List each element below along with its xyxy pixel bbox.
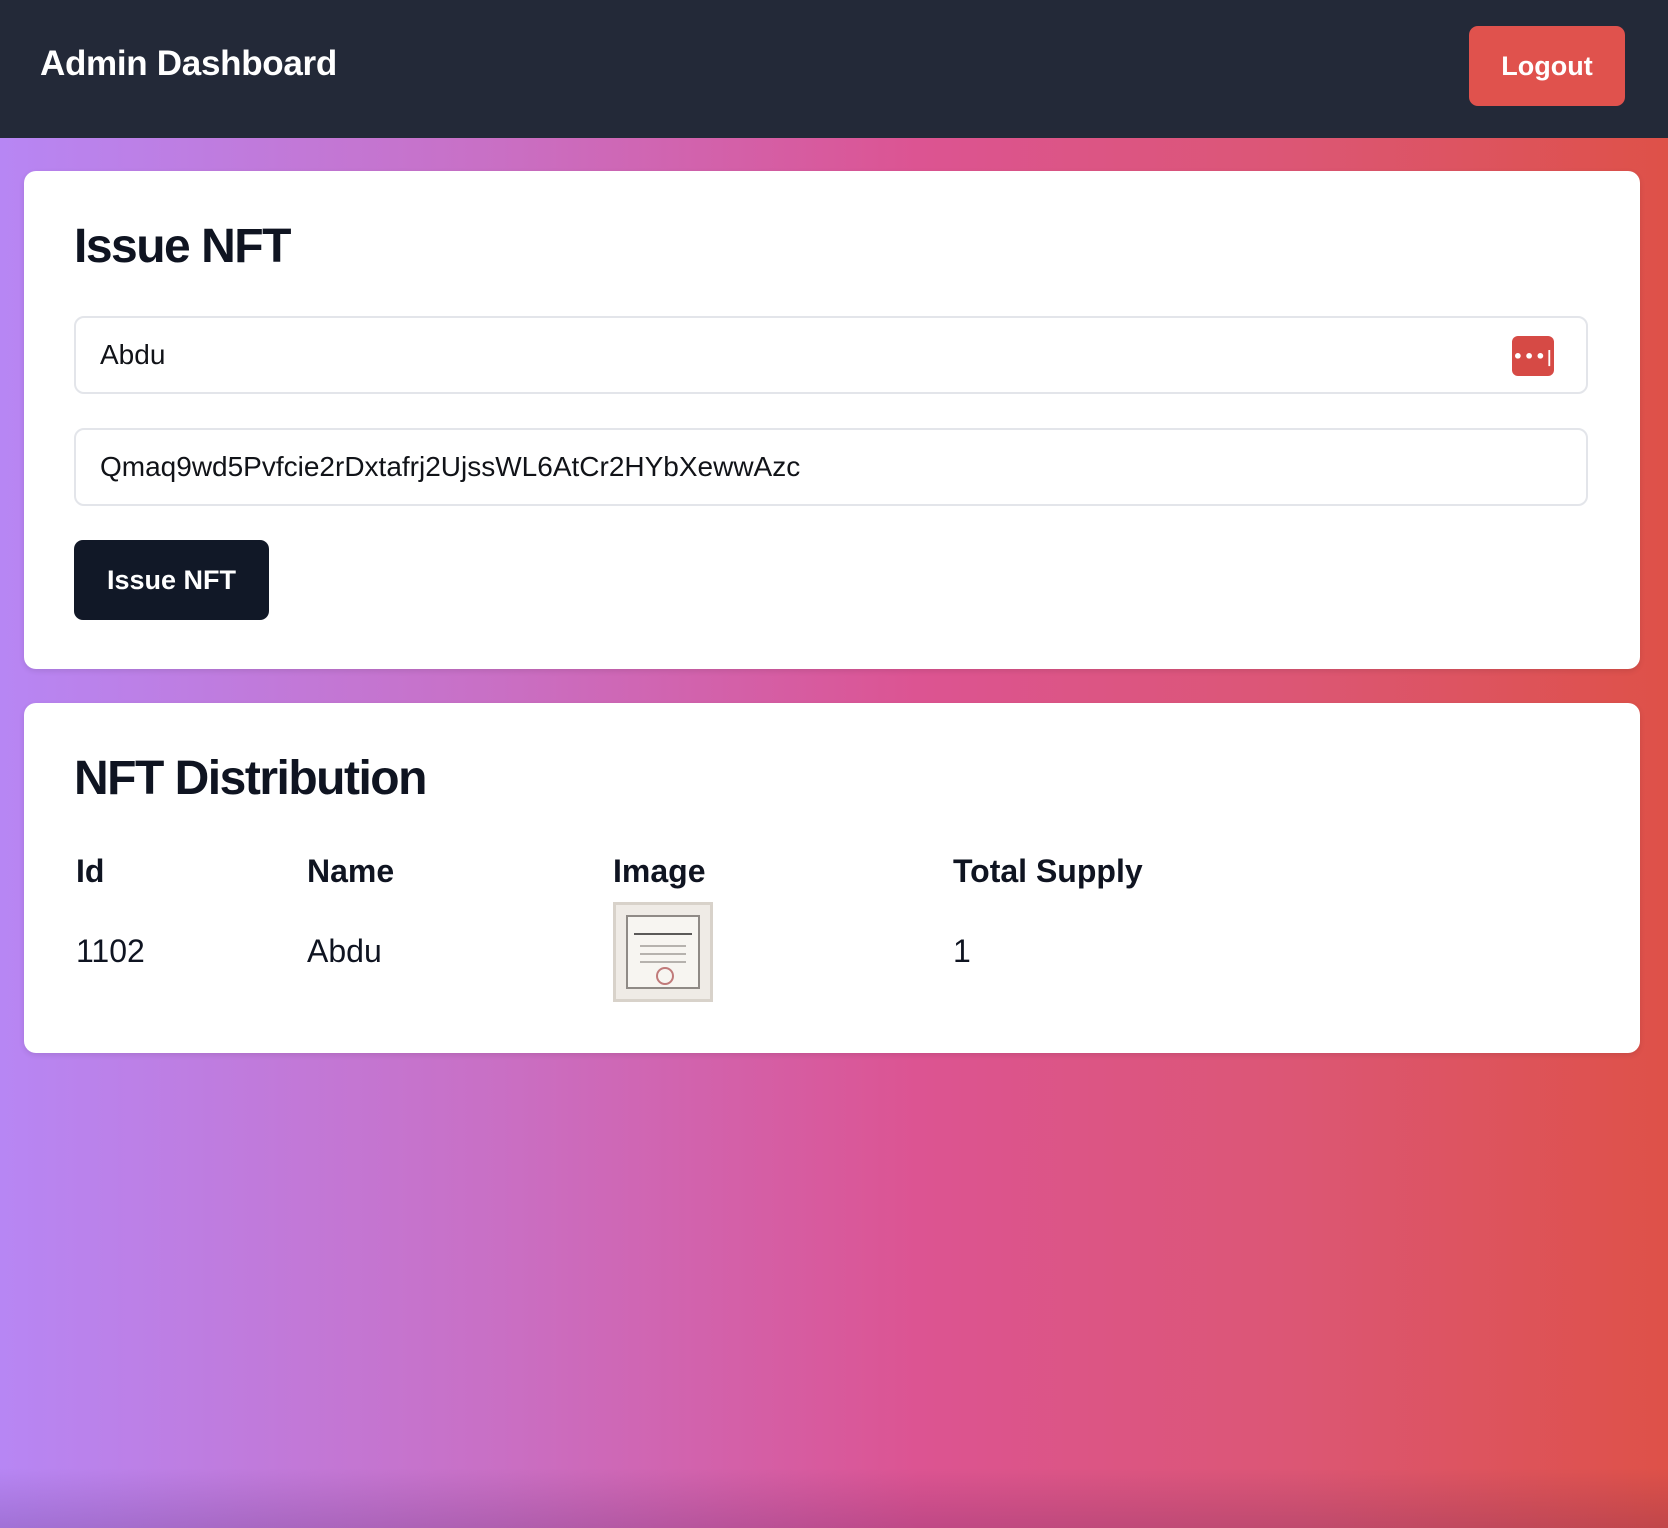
bottom-fade bbox=[0, 1468, 1668, 1528]
issue-nft-card: Issue NFT •••| Issue NFT bbox=[24, 171, 1640, 669]
ipfs-hash-input[interactable] bbox=[100, 430, 1500, 504]
column-header-total-supply: Total Supply bbox=[953, 853, 1143, 889]
app-title: Admin Dashboard bbox=[40, 44, 337, 83]
table-cell-name: Abdu bbox=[307, 933, 382, 969]
issue-nft-button[interactable]: Issue NFT bbox=[74, 540, 269, 620]
nft-name-input[interactable] bbox=[100, 318, 1500, 392]
column-header-image: Image bbox=[613, 853, 706, 889]
logout-button[interactable]: Logout bbox=[1469, 26, 1625, 106]
column-header-id: Id bbox=[76, 853, 105, 889]
ipfs-hash-field[interactable] bbox=[74, 428, 1588, 506]
top-navbar: Admin Dashboard Logout bbox=[0, 0, 1668, 138]
nft-distribution-card: NFT Distribution Id Name Image Total Sup… bbox=[24, 703, 1640, 1053]
issue-nft-title: Issue NFT bbox=[74, 220, 291, 273]
table-cell-id: 1102 bbox=[76, 933, 145, 969]
column-header-name: Name bbox=[307, 853, 395, 889]
nft-name-field[interactable]: •••| bbox=[74, 316, 1588, 394]
password-manager-icon[interactable]: •••| bbox=[1512, 336, 1554, 376]
table-cell-total-supply: 1 bbox=[953, 933, 971, 969]
nft-distribution-title: NFT Distribution bbox=[74, 752, 427, 805]
nft-image-thumbnail bbox=[613, 902, 713, 1002]
